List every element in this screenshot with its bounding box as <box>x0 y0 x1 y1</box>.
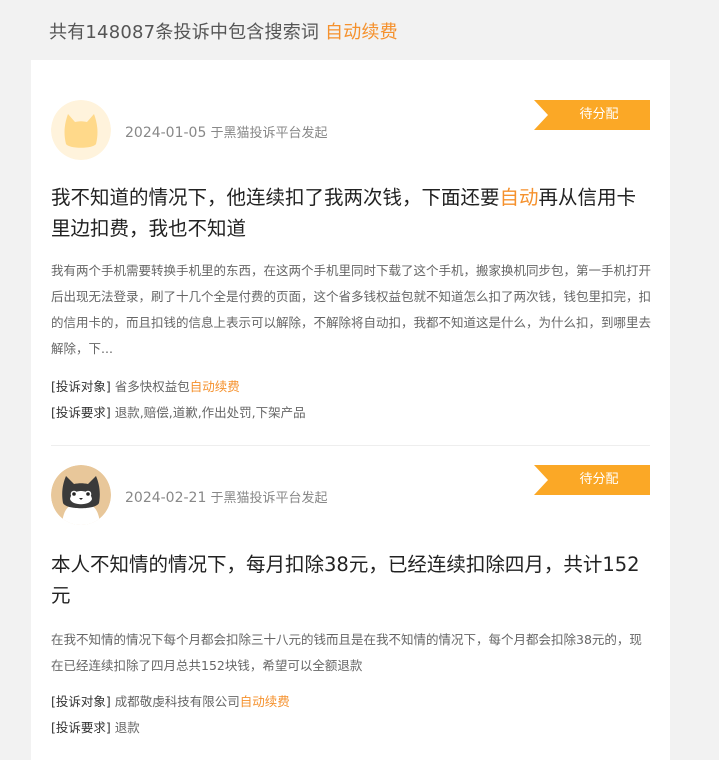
complaint-demand: [投诉要求] 退款,赔偿,道歉,作出处罚,下架产品 <box>51 402 306 421</box>
complaint-source: 于黑猫投诉平台发起 <box>210 126 328 141</box>
complaint-title[interactable]: 本人不知情的情况下，每月扣除38元，已经连续扣除四月，共计152元 <box>51 549 651 611</box>
title-text: 本人不知情的情况下，每月扣除38元，已经连续扣除四月，共计152元 <box>51 553 640 607</box>
target-label: [投诉对象] <box>51 379 111 394</box>
target-label: [投诉对象] <box>51 694 111 709</box>
complaint-date: 2024-01-05 <box>125 125 207 141</box>
complaint-date: 2024-02-21 <box>125 490 207 506</box>
demand-label: [投诉要求] <box>51 405 111 420</box>
complaint-description: 在我不知情的情况下每个月都会扣除三十八元的钱而且是在我不知情的情况下，每个月都会… <box>51 632 642 673</box>
status-badge: 待分配 <box>534 100 650 130</box>
complaint-target: [投诉对象] 成都敬虔科技有限公司自动续费 <box>51 691 290 710</box>
demand-value: 退款 <box>114 720 140 735</box>
complaint-demand: [投诉要求] 退款 <box>51 717 140 736</box>
target-value: 省多快权益包 <box>114 379 190 394</box>
cat-avatar-icon <box>51 465 111 525</box>
page-header: 共有148087条投诉中包含搜索词 自动续费 <box>49 18 398 44</box>
complaint-meta: 2024-02-21 于黑猫投诉平台发起 <box>125 487 328 506</box>
target-keyword: 自动续费 <box>239 694 290 709</box>
complaint-meta: 2024-01-05 于黑猫投诉平台发起 <box>125 122 328 141</box>
demand-label: [投诉要求] <box>51 720 111 735</box>
title-keyword: 自动 <box>499 186 539 209</box>
divider <box>51 445 650 446</box>
complaint-list: 2024-01-05 于黑猫投诉平台发起 待分配 我不知道的情况下，他连续扣了我… <box>31 60 670 760</box>
complaint-target: [投诉对象] 省多快权益包自动续费 <box>51 376 240 395</box>
complaint-title[interactable]: 我不知道的情况下，他连续扣了我两次钱，下面还要自动再从信用卡里边扣费，我也不知道 <box>51 182 651 244</box>
search-keyword: 自动续费 <box>325 22 398 43</box>
cat-avatar-icon <box>51 100 111 160</box>
complaint-source: 于黑猫投诉平台发起 <box>210 491 328 506</box>
target-keyword: 自动续费 <box>189 379 240 394</box>
result-count-text: 共有148087条投诉中包含搜索词 <box>49 22 320 43</box>
target-value: 成都敬虔科技有限公司 <box>114 694 240 709</box>
demand-value: 退款,赔偿,道歉,作出处罚,下架产品 <box>114 405 306 420</box>
status-badge: 待分配 <box>534 465 650 495</box>
complaint-description: 我有两个手机需要转换手机里的东西，在这两个手机里同时下载了这个手机，搬家换机同步… <box>51 263 652 356</box>
title-text: 我不知道的情况下，他连续扣了我两次钱，下面还要 <box>51 186 500 209</box>
